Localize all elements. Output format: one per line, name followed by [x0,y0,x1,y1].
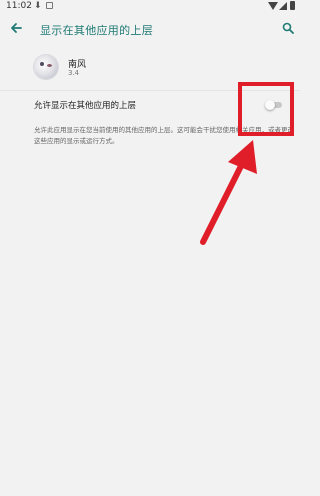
wifi-icon [268,2,278,10]
status-time: 11:02 [6,1,32,11]
pointer-arrow [200,140,257,245]
download-icon: ⬇ [34,1,42,11]
app-icon [34,55,58,79]
page-title: 显示在其他应用的上层 [40,24,153,37]
overlay-permission-label: 允许显示在其他应用的上层 [34,101,137,111]
image-icon [46,2,53,9]
status-bar: 11:02 ⬇ [0,0,300,13]
back-arrow-icon[interactable] [8,20,24,36]
battery-icon [290,1,295,10]
app-version: 3.4 [68,69,80,77]
highlight-box [238,82,294,136]
search-icon[interactable] [282,22,294,34]
signal-icon [279,2,287,10]
app-bar: 显示在其他应用的上层 [0,13,300,45]
